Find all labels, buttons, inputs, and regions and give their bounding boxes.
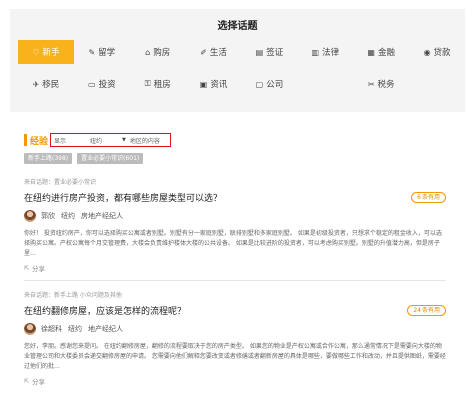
section-label: 经验 <box>30 136 49 147</box>
section-marker <box>24 134 27 146</box>
chart-icon: ▭ <box>88 79 96 89</box>
tax-icon: ✂ <box>367 79 375 89</box>
topic-label: 移民 <box>42 80 60 90</box>
question-card: 来自话题：新手上路 小众问题及其他 在纽约翻修房屋，应该是怎样的流程呢？ 24 … <box>24 290 446 386</box>
company-icon: ▢ <box>255 79 264 89</box>
tag-newbie[interactable]: 新手上路(398) <box>24 153 73 164</box>
topic-label: 留学 <box>98 48 116 58</box>
topic-item[interactable]: ▢ 公司 <box>242 72 298 96</box>
answer-excerpt[interactable]: 你好！ 投资纽约房产，你可以选择购买公寓或者别墅。别墅有分一家庭别墅，联排别墅和… <box>24 229 446 259</box>
law-book-icon: ▥ <box>311 47 320 57</box>
topic-label: 购房 <box>153 48 171 58</box>
share-icon: ⇱ <box>24 264 30 272</box>
topic-item[interactable]: ✐ 生活 <box>186 40 242 64</box>
card-source: 来自话题：置业必要小常识 <box>24 179 97 186</box>
tag-list: 新手上路(398) 置业必要小常识(601) <box>24 153 148 164</box>
author-name[interactable]: 徐超科 <box>41 324 62 334</box>
useful-label: 条有用 <box>421 306 440 314</box>
author-city: 纽约 <box>68 325 82 333</box>
topic-item[interactable]: ⌂ 购房 <box>130 40 186 64</box>
question-title[interactable]: 在纽约翻修房屋，应该是怎样的流程呢？ <box>24 304 186 317</box>
filter-bar: 经验 显示 纽约 ▼ 地区的内容 <box>24 133 172 147</box>
topic-item[interactable]: ◉ 贷款 <box>409 40 465 64</box>
question-title[interactable]: 在纽约进行房产投资，都有哪些房屋类型可以选？ <box>24 191 222 204</box>
avatar[interactable] <box>24 210 36 222</box>
topic-empty-slot <box>297 72 353 96</box>
city-select[interactable]: 纽约 <box>90 136 122 145</box>
topic-item[interactable]: ▦ 金融 <box>353 40 409 64</box>
useful-label: 条有用 <box>421 193 440 201</box>
useful-count: 24 <box>413 306 421 314</box>
topic-item[interactable]: ♡ 新手 <box>18 40 74 64</box>
topic-label: 生活 <box>209 48 227 58</box>
share-label: 分享 <box>32 378 46 386</box>
panel-title: 选择话题 <box>217 21 258 32</box>
topic-grid: ♡ 新手 ✎ 留学 ⌂ 购房 ✐ 生活 ▤ 签证 ▥ 法律 ▦ 金融 ◉ 贷款 ✈ 移民 ▭ 投资 ⚿ 租房 ▣ 资讯 ▢ 公司… <box>18 40 465 104</box>
share-icon: ⇱ <box>24 377 30 385</box>
author-role: 地产经纪人 <box>88 325 123 333</box>
topic-item[interactable]: ▥ 法律 <box>297 40 353 64</box>
chevron-down-icon[interactable]: ▼ <box>122 137 126 143</box>
avatar[interactable] <box>24 323 36 335</box>
display-select[interactable]: 显示 <box>54 136 90 145</box>
topic-label: 税务 <box>377 80 395 90</box>
topic-label: 签证 <box>266 48 284 58</box>
topic-item[interactable]: ✂ 税务 <box>353 72 409 96</box>
finance-icon: ▦ <box>367 47 375 57</box>
author-row: 郭欣 纽约 房地产经纪人 <box>24 210 446 222</box>
topic-row-2: ✈ 移民 ▭ 投资 ⚿ 租房 ▣ 资讯 ▢ 公司 ✂ 税务 <box>18 72 465 96</box>
key-icon: ⚿ <box>144 79 151 88</box>
topic-item[interactable]: ▤ 签证 <box>242 40 298 64</box>
topic-selection-panel: 选择话题 ♡ 新手 ✎ 留学 ⌂ 购房 ✐ 生活 ▤ 签证 ▥ 法律 ▦ 金融 ◉ 贷款 ✈ 移民 ▭ 投资 ⚿ 租房 ▣… <box>10 9 465 112</box>
card-source: 来自话题：新手上路 小众问题及其他 <box>24 292 122 299</box>
region-filter[interactable]: 显示 纽约 ▼ 地区的内容 <box>50 133 172 147</box>
topic-label: 资讯 <box>210 80 228 90</box>
topic-item[interactable]: ⚿ 租房 <box>130 72 186 96</box>
leaf-icon: ✐ <box>200 47 207 57</box>
author-city: 纽约 <box>61 212 75 220</box>
graduation-cap-icon: ✎ <box>88 47 96 57</box>
answer-excerpt[interactable]: 您好，李朋。感谢您来提问。 在纽约翻修房屋，翻修的流程要取决于您的房产类型。 如… <box>24 342 446 372</box>
author-row: 徐超科 纽约 地产经纪人 <box>24 323 446 335</box>
topic-label: 新手 <box>42 48 60 58</box>
topic-label: 贷款 <box>433 48 451 58</box>
heart-icon: ♡ <box>32 47 40 57</box>
topic-item[interactable]: ▭ 投资 <box>74 72 130 96</box>
topic-row-1: ♡ 新手 ✎ 留学 ⌂ 购房 ✐ 生活 ▤ 签证 ▥ 法律 ▦ 金融 ◉ 贷款 <box>18 40 465 64</box>
divider <box>24 280 446 281</box>
house-icon: ⌂ <box>145 47 151 57</box>
useful-count-badge[interactable]: 24 条有用 <box>407 304 446 316</box>
topic-item[interactable]: ✎ 留学 <box>74 40 130 64</box>
loan-icon: ◉ <box>423 47 431 57</box>
author-name[interactable]: 郭欣 <box>41 211 55 221</box>
useful-count: 6 <box>417 193 421 201</box>
question-card: 来自话题：置业必要小常识 在纽约进行房产投资，都有哪些房屋类型可以选？ 6 条有… <box>24 177 446 273</box>
tag-property-tips[interactable]: 置业必要小常识(601) <box>77 153 144 164</box>
topic-label: 投资 <box>98 80 116 90</box>
share-button[interactable]: ⇱ 分享 <box>24 376 446 387</box>
topic-item[interactable]: ▣ 资讯 <box>186 72 242 96</box>
topic-label: 法律 <box>322 48 340 58</box>
share-label: 分享 <box>32 265 46 273</box>
topic-label: 金融 <box>377 48 395 58</box>
topic-label: 公司 <box>266 80 284 90</box>
region-content-label: 地区的内容 <box>129 137 160 145</box>
topic-label: 租房 <box>153 80 171 90</box>
share-button[interactable]: ⇱ 分享 <box>24 263 446 274</box>
news-icon: ▣ <box>199 79 208 89</box>
author-role: 房地产经纪人 <box>81 212 123 220</box>
topic-item[interactable]: ✈ 移民 <box>18 72 74 96</box>
passport-icon: ▤ <box>255 47 264 57</box>
useful-count-badge[interactable]: 6 条有用 <box>411 191 446 203</box>
airplane-icon: ✈ <box>32 79 40 89</box>
